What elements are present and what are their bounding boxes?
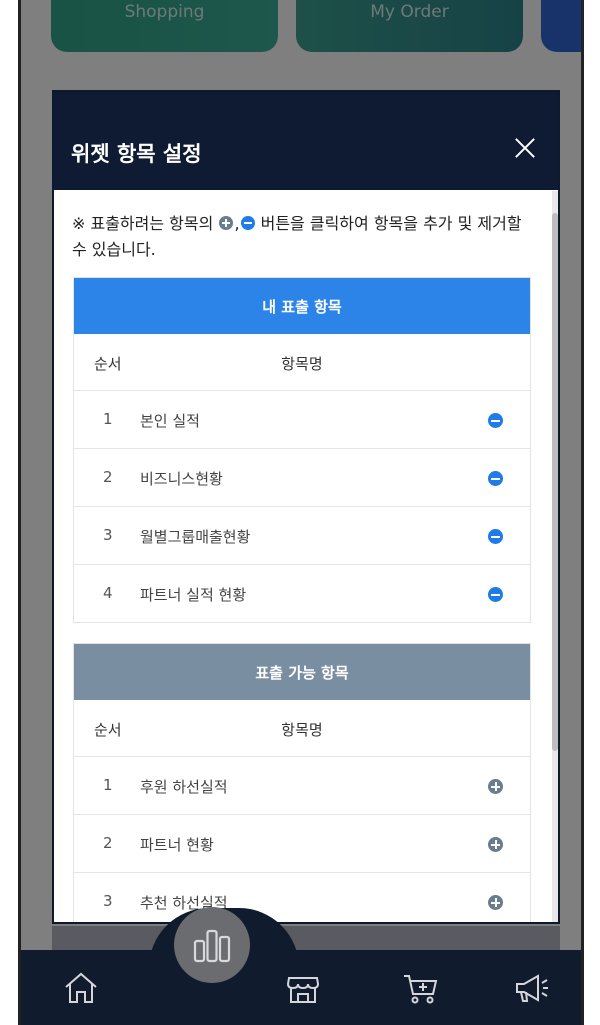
- row-number: 1: [103, 410, 113, 428]
- minus-circle-icon: [240, 216, 255, 230]
- scroll-thumb[interactable]: [552, 213, 558, 751]
- row-number: 3: [103, 892, 113, 910]
- table-row: 1 본인 실적: [74, 391, 530, 448]
- remove-item-icon[interactable]: [488, 529, 503, 544]
- plus-circle-icon: [219, 216, 234, 230]
- modal-header: 위젯 항목 설정: [54, 93, 558, 190]
- add-item-icon[interactable]: [488, 779, 503, 794]
- my-items-header: 내 표출 항목: [74, 278, 530, 334]
- close-icon[interactable]: [510, 133, 540, 163]
- home-icon[interactable]: [61, 968, 101, 1008]
- row-number: 1: [103, 776, 113, 794]
- remove-item-icon[interactable]: [488, 471, 503, 486]
- row-name: 후원 하선실적: [140, 778, 228, 796]
- description-text-1: ※ 표출하려는 항목의: [72, 214, 219, 233]
- available-items-list: 1 후원 하선실적 2 파트너 현황 3 추천 하선실적: [74, 757, 530, 922]
- megaphone-icon[interactable]: [511, 968, 551, 1008]
- table-row: 1 후원 하선실적: [74, 757, 530, 814]
- store-icon[interactable]: [283, 968, 323, 1008]
- my-items-list: 1 본인 실적 2 비즈니스현황 3 월별그룹매출현황 4 파트너 실적 현황: [74, 391, 530, 622]
- modal-scrollbar[interactable]: [552, 191, 558, 922]
- row-number: 2: [103, 468, 113, 486]
- table-row: 2 비즈니스현황: [74, 448, 530, 506]
- bar-chart-icon[interactable]: [174, 907, 250, 983]
- widget-settings-modal: 위젯 항목 설정 ※ 표출하려는 항목의 , 버튼을 클릭하여 항목을 추가 및…: [52, 90, 560, 924]
- column-name-label: 항목명: [281, 355, 323, 373]
- table-row: 4 파트너 실적 현황: [74, 564, 530, 622]
- my-items-section: 내 표출 항목 순서 항목명 1 본인 실적 2 비즈니스현황 3 월별그룹매출…: [73, 277, 531, 623]
- modal-description: ※ 표출하려는 항목의 , 버튼을 클릭하여 항목을 추가 및 제거할 수 있습…: [72, 211, 532, 263]
- my-items-column-header: 순서 항목명: [74, 334, 530, 391]
- row-number: 4: [103, 584, 113, 602]
- bottom-navigation: [21, 907, 581, 1025]
- remove-item-icon[interactable]: [488, 587, 503, 602]
- row-name: 월별그룹매출현황: [140, 528, 251, 546]
- add-item-icon[interactable]: [488, 837, 503, 852]
- column-name-label: 항목명: [281, 721, 323, 739]
- row-name: 비즈니스현황: [140, 470, 223, 488]
- modal-title: 위젯 항목 설정: [71, 142, 202, 166]
- remove-item-icon[interactable]: [488, 413, 503, 428]
- row-name: 파트너 현황: [140, 836, 214, 854]
- add-item-icon[interactable]: [488, 895, 503, 910]
- table-row: 3 추천 하선실적: [74, 872, 530, 922]
- available-items-header: 표출 가능 항목: [74, 644, 530, 700]
- row-number: 2: [103, 834, 113, 852]
- phone-frame: Shopping My Order 위젯 항목 설정 ※ 표출하려는 항목의 ,…: [18, 0, 584, 1025]
- description-separator: ,: [234, 214, 240, 233]
- cart-icon[interactable]: [401, 968, 441, 1008]
- available-items-column-header: 순서 항목명: [74, 700, 530, 757]
- row-name: 본인 실적: [140, 412, 200, 430]
- table-row: 2 파트너 현황: [74, 814, 530, 872]
- row-name: 파트너 실적 현황: [140, 586, 247, 604]
- available-items-section: 표출 가능 항목 순서 항목명 1 후원 하선실적 2 파트너 현황 3 추천 …: [73, 643, 531, 922]
- row-number: 3: [103, 526, 113, 544]
- table-row: 3 월별그룹매출현황: [74, 506, 530, 564]
